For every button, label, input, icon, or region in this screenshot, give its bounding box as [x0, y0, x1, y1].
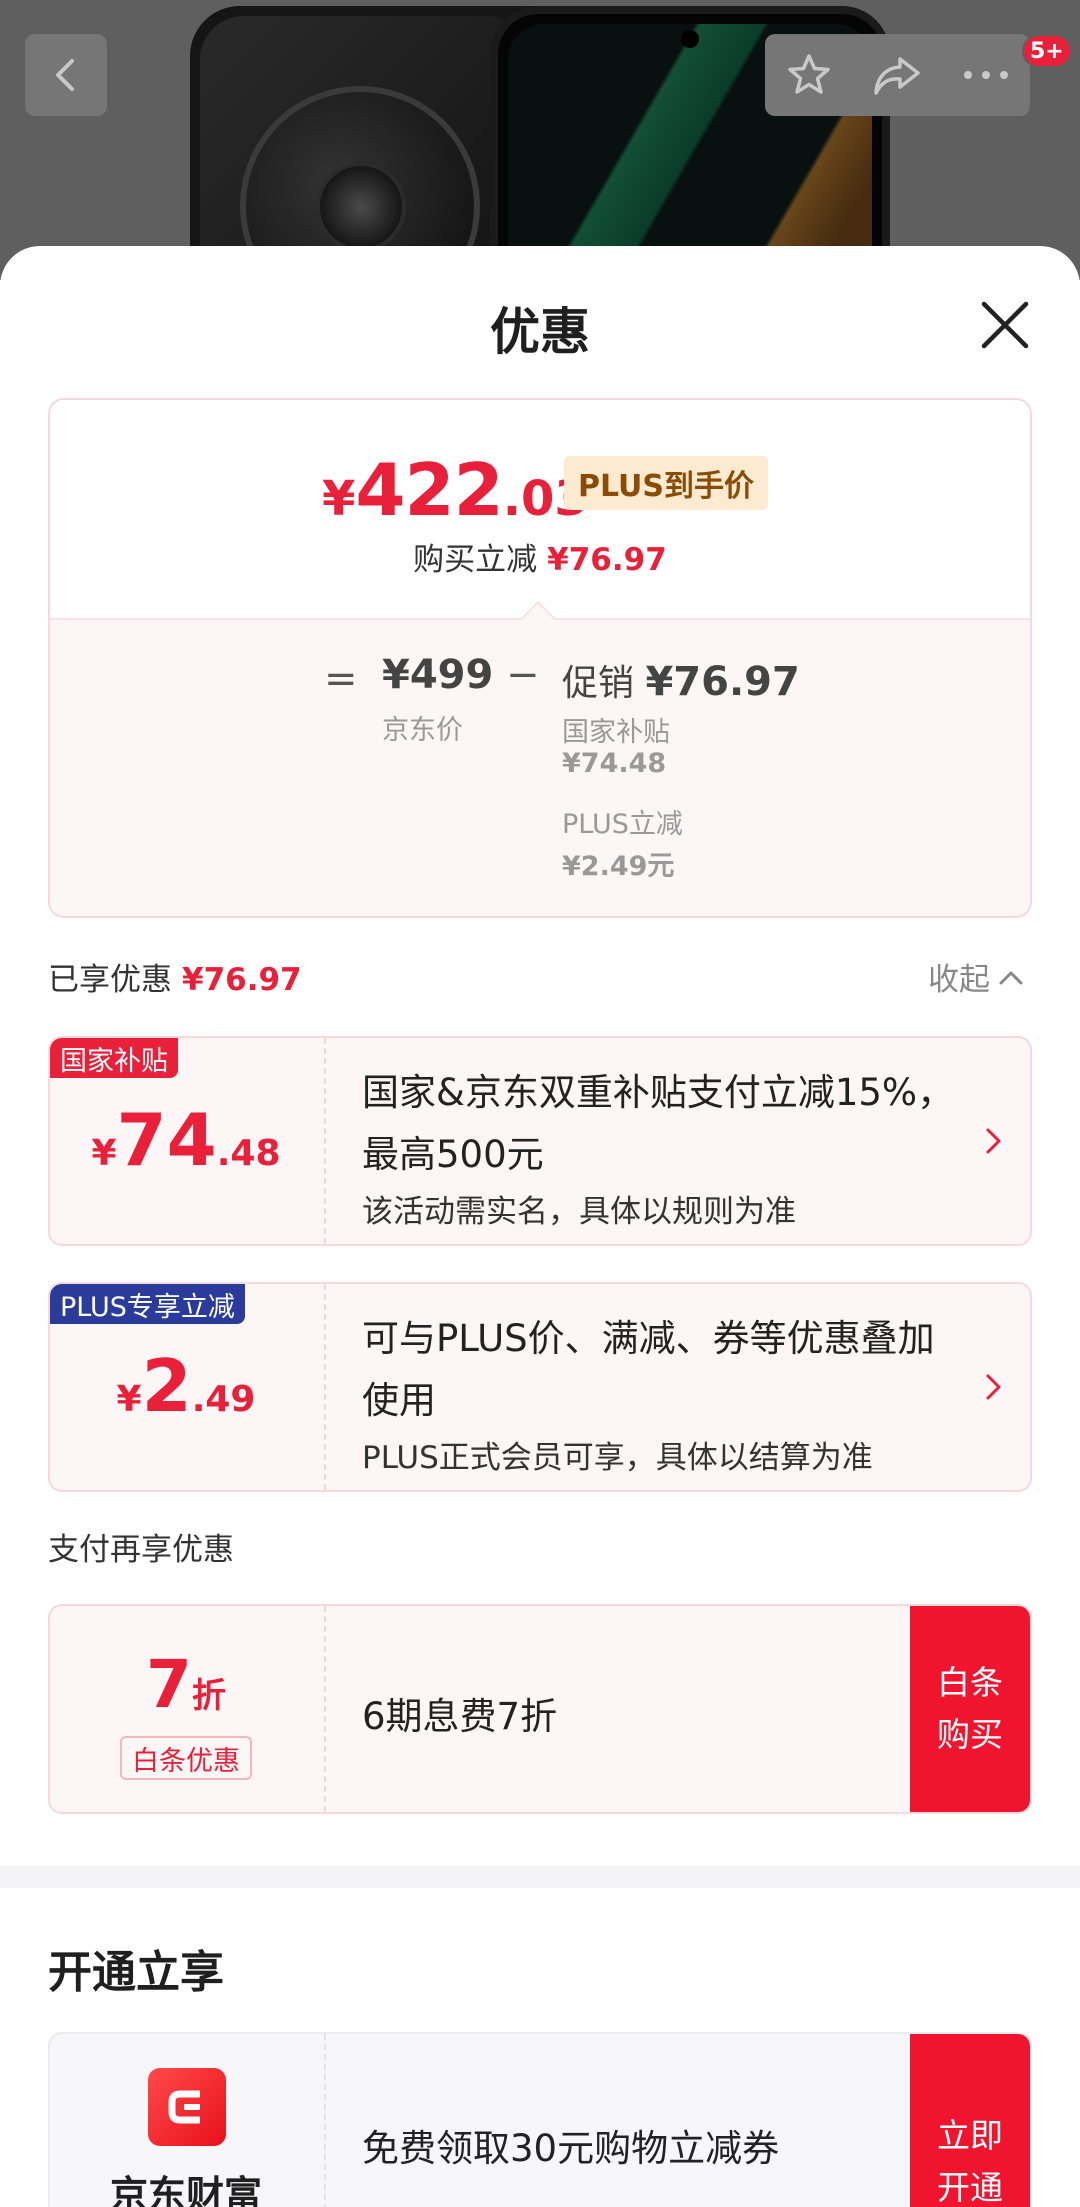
chevron-up-icon [999, 971, 1023, 984]
final-price-symbol: ¥ [322, 471, 356, 527]
promo-card-plus-reduction[interactable]: PLUS专享立减 ¥2.49 可与PLUS价、满减、券等优惠叠加使用 PLUS正… [48, 1282, 1032, 1492]
payment-offers-title: 支付再享优惠 [48, 1532, 234, 1568]
buy-button-label: 白条购买 [937, 1663, 1003, 1754]
breakdown-item-label: PLUS立减 [562, 809, 683, 840]
coupon-offer-text: 免费领取30元购物立减券 [362, 2127, 780, 2170]
promo-value: ¥76.97 [645, 659, 800, 705]
close-icon [981, 301, 1029, 349]
chevron-left-icon [56, 59, 74, 91]
jd-finance-offer-card: 京东财富 免费领取30元购物立减券 立即开通 [48, 2032, 1032, 2207]
share-icon [874, 57, 921, 95]
promo-description: 可与PLUS价、满减、券等优惠叠加使用 [362, 1317, 935, 1422]
brand-name: 京东财富 [109, 2173, 262, 2207]
chevron-right-icon [986, 1128, 1001, 1154]
open-now-button[interactable]: 立即开通 [910, 2034, 1030, 2207]
discount-number: 7 [146, 1646, 192, 1723]
breakdown-item-value: ¥2.49元 [562, 851, 675, 882]
phone-notch [681, 30, 699, 48]
price-breakdown: = ¥499 京东价 − 促销 ¥76.97 国家补贴 ¥74.48 PLUS立… [50, 618, 1030, 916]
promo-amount: ¥2.49 [50, 1344, 322, 1428]
reduce-value: ¥76.97 [547, 542, 667, 578]
open-benefits-title: 开通立享 [48, 1947, 224, 1998]
amount-integer: 2 [141, 1344, 192, 1428]
reduce-label: 购买立减 [413, 542, 538, 578]
card-divider [324, 1038, 326, 1244]
section-separator [0, 1866, 1080, 1888]
purchase-reduction: 购买立减 ¥76.97 [50, 534, 1030, 579]
breakdown-item-label: 国家补贴 [562, 717, 670, 748]
close-button[interactable] [978, 298, 1032, 352]
summary-top: ¥422.03 PLUS到手价 购买立减 ¥76.97 [50, 400, 1030, 618]
final-price-integer: 422 [355, 448, 503, 532]
jd-price: ¥499 [382, 652, 494, 698]
back-button[interactable] [25, 34, 107, 116]
promo-tag: PLUS专享立减 [50, 1284, 245, 1324]
discount-value: 7折 [50, 1646, 322, 1723]
cart-count-badge: 5+ [1022, 34, 1072, 68]
promo-note: 该活动需实名，具体以规则为准 [362, 1194, 796, 1230]
favorite-button[interactable] [779, 45, 839, 105]
star-icon [788, 54, 830, 94]
enjoyed-value: ¥76.97 [182, 962, 302, 998]
promo-amount: ¥74.48 [50, 1098, 322, 1182]
collapse-label: 收起 [928, 962, 990, 998]
baitiao-offer-card: 7折 白条优惠 6期息费7折 白条购买 [48, 1604, 1032, 1814]
camera-lens [316, 162, 406, 252]
promo-card-national-subsidy[interactable]: 国家补贴 ¥74.48 国家&京东双重补贴支付立减15%，最高500元 该活动需… [48, 1036, 1032, 1246]
equals-sign: = [324, 656, 358, 702]
minus-sign: − [506, 652, 540, 698]
price-summary-card: ¥422.03 PLUS到手价 购买立减 ¥76.97 = ¥499 京东价 − … [48, 398, 1032, 918]
collapse-button[interactable]: 收起 [928, 954, 1024, 999]
amount-symbol: ¥ [116, 1379, 142, 1420]
discount-unit: 折 [191, 1676, 226, 1716]
more-dots-icon [963, 71, 1008, 79]
card-divider [324, 2034, 326, 2207]
more-button[interactable] [956, 45, 1016, 105]
top-actions [765, 34, 1030, 116]
open-button-label: 立即开通 [937, 2116, 1003, 2207]
sheet-title: 优惠 [490, 303, 590, 361]
baitiao-offer-text: 6期息费7折 [362, 1695, 558, 1738]
breakdown-item-value: ¥74.48 [562, 748, 667, 779]
discount-sheet: 优惠 ¥422.03 PLUS到手价 购买立减 ¥76.97 = ¥499 京东价… [0, 246, 1080, 2207]
plus-price-tag: PLUS到手价 [564, 456, 769, 510]
promo-description: 国家&京东双重补贴支付立减15%，最高500元 [362, 1071, 955, 1176]
amount-integer: 74 [116, 1098, 217, 1182]
card-divider [324, 1606, 326, 1812]
chevron-right-icon [986, 1374, 1001, 1400]
amount-symbol: ¥ [91, 1133, 117, 1174]
final-price: ¥422.03 [322, 448, 588, 532]
phone-back-image [200, 16, 530, 280]
baitiao-buy-button[interactable]: 白条购买 [910, 1606, 1030, 1812]
baitiao-tag: 白条优惠 [120, 1736, 252, 1780]
amount-decimal: .48 [216, 1133, 281, 1174]
jd-finance-logo-icon [148, 2068, 226, 2146]
promo-total: 促销 ¥76.97 [562, 654, 800, 706]
share-button[interactable] [867, 45, 927, 105]
promo-label: 促销 [562, 663, 635, 704]
amount-decimal: .49 [191, 1379, 256, 1420]
card-divider [324, 1284, 326, 1490]
promo-note: PLUS正式会员可享，具体以结算为准 [362, 1440, 873, 1476]
jd-price-label: 京东价 [382, 715, 463, 746]
promo-tag: 国家补贴 [50, 1038, 178, 1078]
enjoyed-label: 已享优惠 [48, 962, 172, 998]
enjoyed-discount: 已享优惠 ¥76.97 [48, 954, 302, 999]
